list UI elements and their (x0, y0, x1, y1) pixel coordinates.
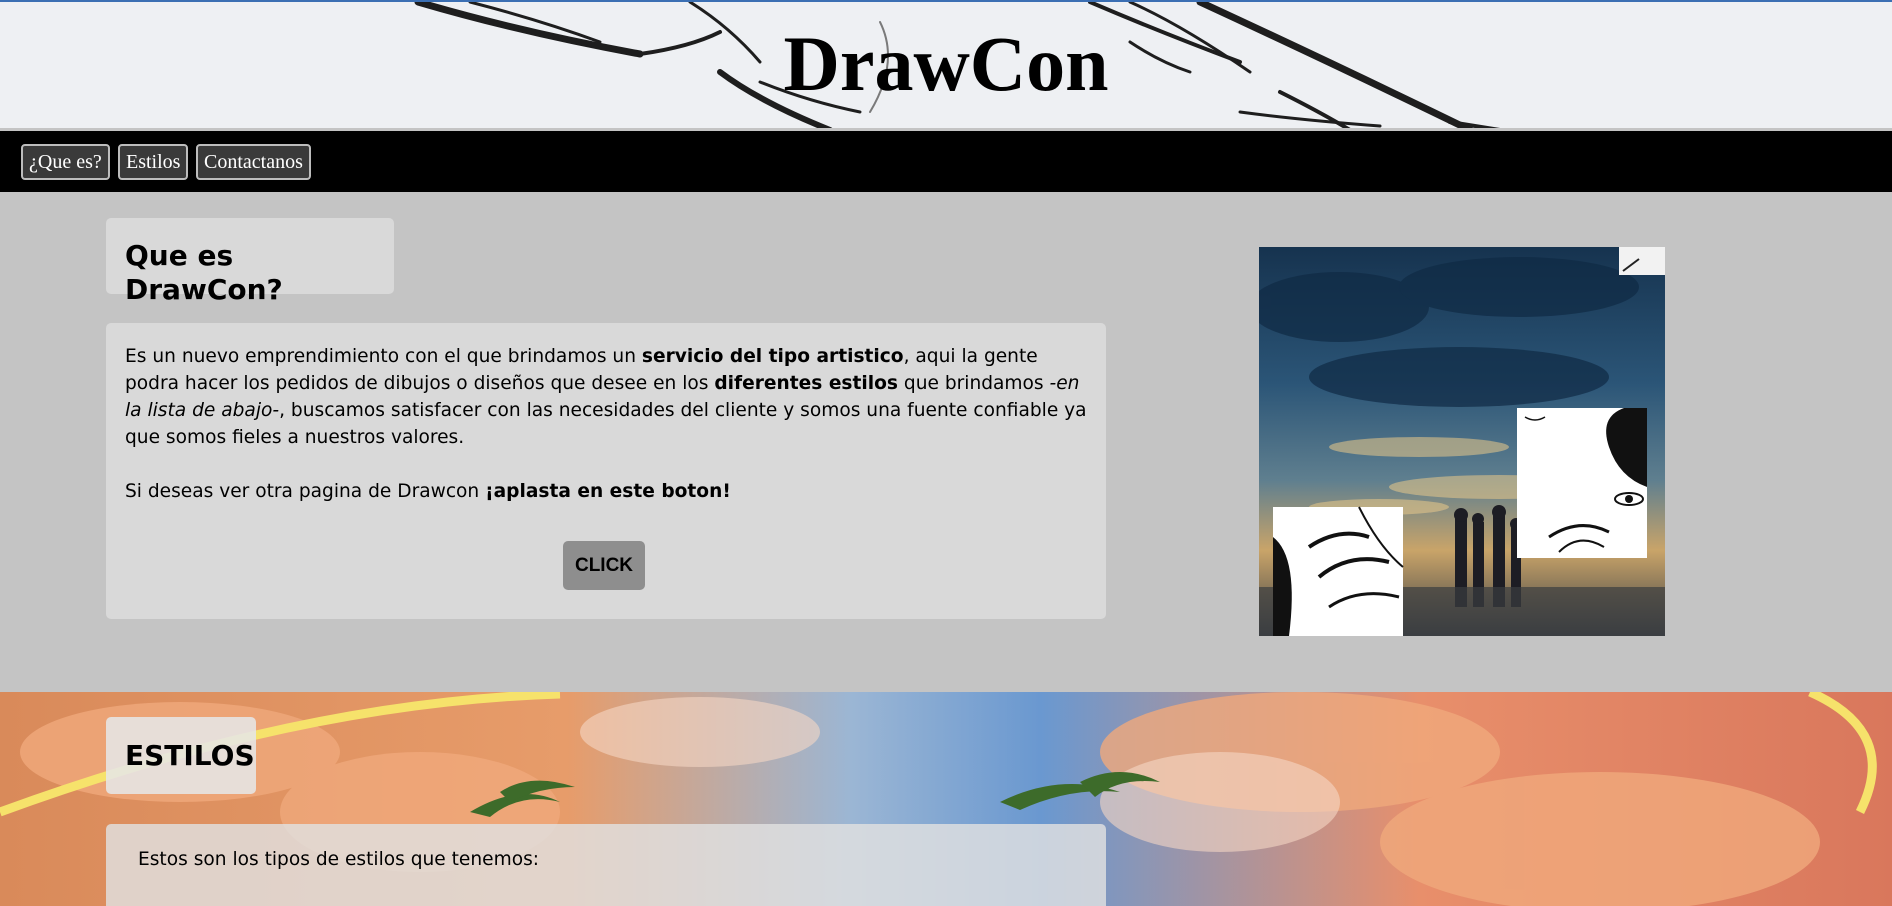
nav-button-que-es[interactable]: ¿Que es? (21, 144, 110, 180)
cta-text: Si deseas ver otra pagina de Drawcon (125, 481, 486, 502)
header-banner: DrawCon (0, 0, 1892, 128)
intro-title: Que es DrawCon? (125, 239, 283, 306)
artwork-image (1259, 247, 1665, 636)
site-title: DrawCon (783, 20, 1109, 107)
estilos-title: ESTILOS (125, 739, 255, 772)
intro-text: Es un nuevo emprendimiento con el que br… (125, 346, 642, 367)
nav-button-estilos[interactable]: Estilos (118, 144, 189, 180)
click-button[interactable]: CLICK (563, 541, 645, 590)
estilos-intro-text: Estos son los tipos de estilos que tenem… (138, 849, 540, 870)
estilos-title-card: ESTILOS (106, 717, 256, 794)
intro-body-card: Es un nuevo emprendimiento con el que br… (106, 323, 1106, 619)
nav-button-contactanos[interactable]: Contactanos (196, 144, 311, 180)
main-nav: ¿Que es? Estilos Contactanos (0, 131, 1892, 192)
intro-title-card: Que es DrawCon? (106, 218, 394, 306)
intro-bold-text: servicio del tipo artistico (641, 346, 904, 367)
cta-bold-text: ¡aplasta en este boton! (485, 481, 731, 502)
estilos-section: ESTILOS Estos son los tipos de estilos q… (0, 692, 1892, 906)
intro-paragraph: Es un nuevo emprendimiento con el que br… (125, 343, 1087, 451)
intro-bold-text: diferentes estilos (714, 373, 898, 394)
estilos-body-card: Estos son los tipos de estilos que tenem… (106, 824, 1106, 906)
intro-section: Que es DrawCon? Es un nuevo emprendimien… (0, 192, 1892, 692)
intro-text: que brindamos (897, 373, 1050, 394)
intro-cta-paragraph: Si deseas ver otra pagina de Drawcon ¡ap… (125, 478, 1087, 505)
